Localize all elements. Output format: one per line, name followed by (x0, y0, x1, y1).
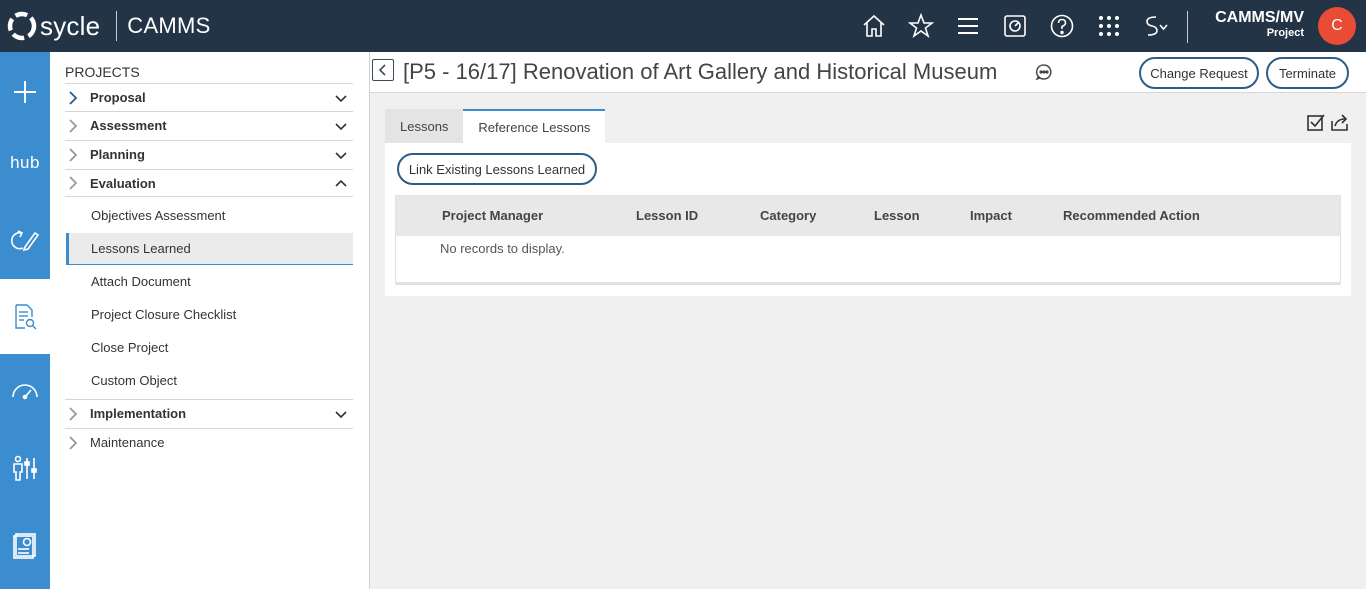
column-header-category[interactable]: Category (760, 208, 816, 223)
sidebar-item-planning[interactable]: Planning (65, 140, 353, 168)
sidebar-title: PROJECTS (65, 64, 140, 80)
top-bar: sycle CAMMS CAMMS/MV Project C (0, 0, 1366, 52)
sidebar-item-label: Assessment (90, 118, 167, 133)
sidebar-subitem-close-project[interactable]: Close Project (66, 331, 353, 363)
user-name: CAMMS/MV (1215, 9, 1304, 26)
help-icon[interactable] (1044, 8, 1080, 44)
switch-icon[interactable] (1138, 8, 1174, 44)
avatar[interactable]: C (1318, 7, 1356, 45)
column-header-lesson[interactable]: Lesson (874, 208, 920, 223)
top-divider (1187, 11, 1188, 43)
brand-divider (116, 11, 118, 41)
sidebar-item-assessment[interactable]: Assessment (65, 111, 353, 139)
chevron-down-icon[interactable] (335, 408, 347, 420)
gauge-icon[interactable] (0, 354, 50, 429)
user-role: Project (1266, 27, 1304, 39)
chevron-down-icon[interactable] (335, 120, 347, 132)
checkbox-select-icon[interactable] (1306, 112, 1326, 132)
sidebar-subitem-custom-object[interactable]: Custom Object (66, 364, 353, 396)
product-name: CAMMS (127, 13, 211, 38)
sidebar-subitem-objectives-assessment[interactable]: Objectives Assessment (66, 199, 353, 231)
brand[interactable]: sycle CAMMS (0, 0, 211, 52)
column-header-recommended-action[interactable]: Recommended Action (1063, 208, 1200, 223)
comment-icon[interactable] (1035, 63, 1053, 81)
column-header-lesson-id[interactable]: Lesson ID (636, 208, 698, 223)
lessons-grid: Project Manager Lesson ID Category Lesso… (395, 195, 1341, 285)
user-info[interactable]: CAMMS/MV Project (1196, 8, 1304, 39)
hub-label: hub (10, 152, 40, 172)
home-icon[interactable] (856, 8, 892, 44)
chevron-up-icon[interactable] (335, 178, 347, 190)
sidebar-subitem-lessons-learned[interactable]: Lessons Learned (66, 233, 353, 265)
sidebar-item-implementation[interactable]: Implementation (65, 399, 353, 427)
chevron-right-icon (69, 435, 78, 450)
empty-message: No records to display. (440, 241, 565, 256)
share-export-icon[interactable] (1330, 112, 1350, 132)
tab-lessons[interactable]: Lessons (385, 109, 464, 143)
document-search-icon[interactable] (0, 279, 50, 354)
sidebar-item-label: Maintenance (90, 435, 165, 450)
projects-sidebar: PROJECTS Proposal Assessment Planning Ev… (50, 52, 370, 589)
sidebar-item-maintenance[interactable]: Maintenance (65, 428, 353, 456)
chevron-down-icon[interactable] (335, 92, 347, 104)
chevron-down-icon[interactable] (335, 149, 347, 161)
sidebar-item-label: Planning (90, 147, 145, 162)
star-icon[interactable] (903, 8, 939, 44)
sycle-logo-icon (6, 10, 38, 42)
dashboard-icon[interactable] (997, 8, 1033, 44)
tab-reference-lessons[interactable]: Reference Lessons (463, 109, 606, 143)
chevron-right-icon (69, 176, 78, 190)
tab-bar: Lessons Reference Lessons (385, 109, 606, 143)
sidebar-item-label: Evaluation (90, 175, 156, 191)
chevron-right-icon (69, 147, 78, 162)
menu-icon[interactable] (950, 8, 986, 44)
sidebar-subitem-attach-document[interactable]: Attach Document (66, 265, 353, 297)
reference-lessons-panel: Link Existing Lessons Learned Project Ma… (385, 143, 1351, 296)
column-header-project-manager[interactable]: Project Manager (442, 208, 543, 223)
sidebar-item-proposal[interactable]: Proposal (65, 83, 353, 111)
page-title: [P5 - 16/17] Renovation of Art Gallery a… (403, 59, 998, 84)
sidebar-subitem-closure-checklist[interactable]: Project Closure Checklist (66, 298, 353, 330)
top-nav (856, 0, 1185, 52)
chevron-right-icon (69, 118, 78, 133)
report-icon[interactable] (0, 507, 50, 582)
change-request-button[interactable]: Change Request (1139, 57, 1259, 89)
sidebar-item-label: Implementation (90, 406, 187, 421)
edit-cycle-icon[interactable] (0, 202, 50, 277)
sidebar-item-evaluation[interactable]: Evaluation (65, 169, 353, 197)
apps-grid-icon[interactable] (1091, 8, 1127, 44)
tab-tools (1306, 112, 1354, 132)
sidebar-item-label: Proposal (90, 90, 146, 105)
people-settings-icon[interactable] (0, 430, 50, 505)
brand-name: sycle (40, 10, 101, 41)
add-icon[interactable] (0, 54, 50, 129)
grid-header: Project Manager Lesson ID Category Lesso… (396, 196, 1340, 236)
chevron-left-icon (378, 64, 386, 76)
back-button[interactable] (372, 59, 394, 81)
terminate-button[interactable]: Terminate (1266, 57, 1349, 89)
chevron-right-icon (69, 406, 78, 421)
chevron-right-icon (69, 90, 78, 105)
column-header-impact[interactable]: Impact (970, 208, 1012, 223)
left-rail: hub (0, 52, 50, 589)
link-existing-lessons-button[interactable]: Link Existing Lessons Learned (397, 153, 597, 185)
page-header: [P5 - 16/17] Renovation of Art Gallery a… (370, 52, 1366, 93)
hub-icon[interactable]: hub (0, 125, 50, 200)
